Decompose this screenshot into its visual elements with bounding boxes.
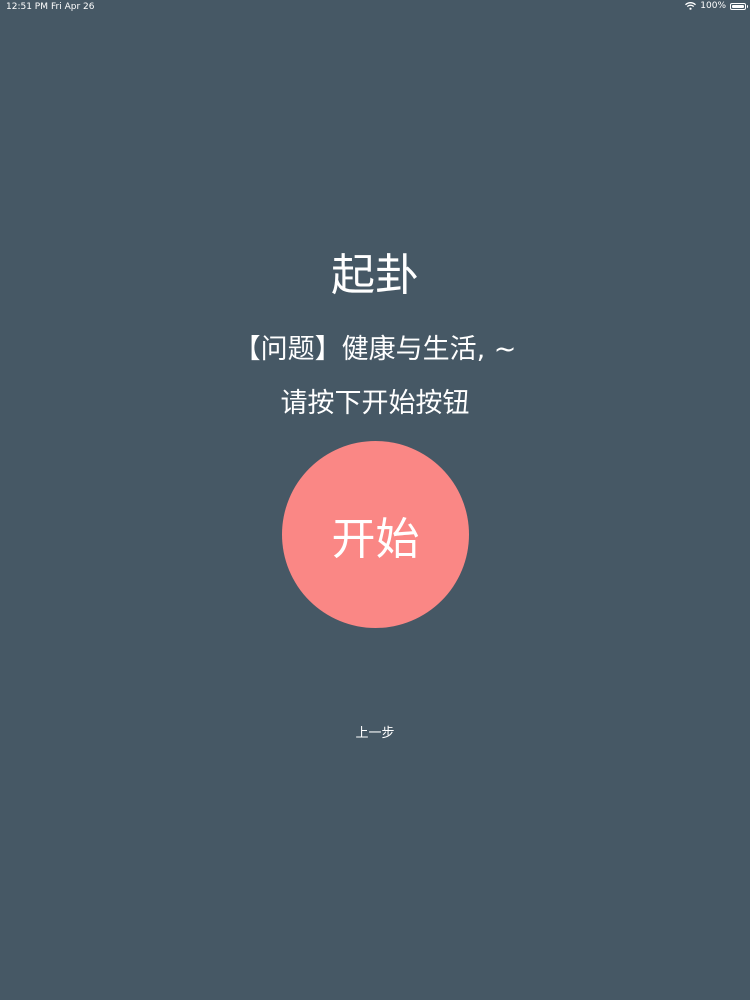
status-indicators: 100%: [685, 1, 748, 11]
page-title: 起卦: [331, 250, 419, 301]
status-date: Fri Apr 26: [51, 2, 95, 12]
wifi-icon: [685, 2, 697, 10]
battery-percentage: 100%: [700, 1, 726, 11]
start-button[interactable]: 开始: [282, 441, 469, 628]
start-button-label: 开始: [331, 513, 420, 565]
status-time: 12:51 PM: [6, 2, 48, 12]
instruction-text: 请按下开始按钮: [280, 388, 470, 419]
battery-icon: [730, 2, 748, 10]
back-button[interactable]: 上一步: [0, 724, 750, 744]
question-text: 【问题】健康与生活, ~: [233, 334, 517, 365]
status-bar: 12:51 PM Fri Apr 26 100%: [0, 0, 750, 14]
